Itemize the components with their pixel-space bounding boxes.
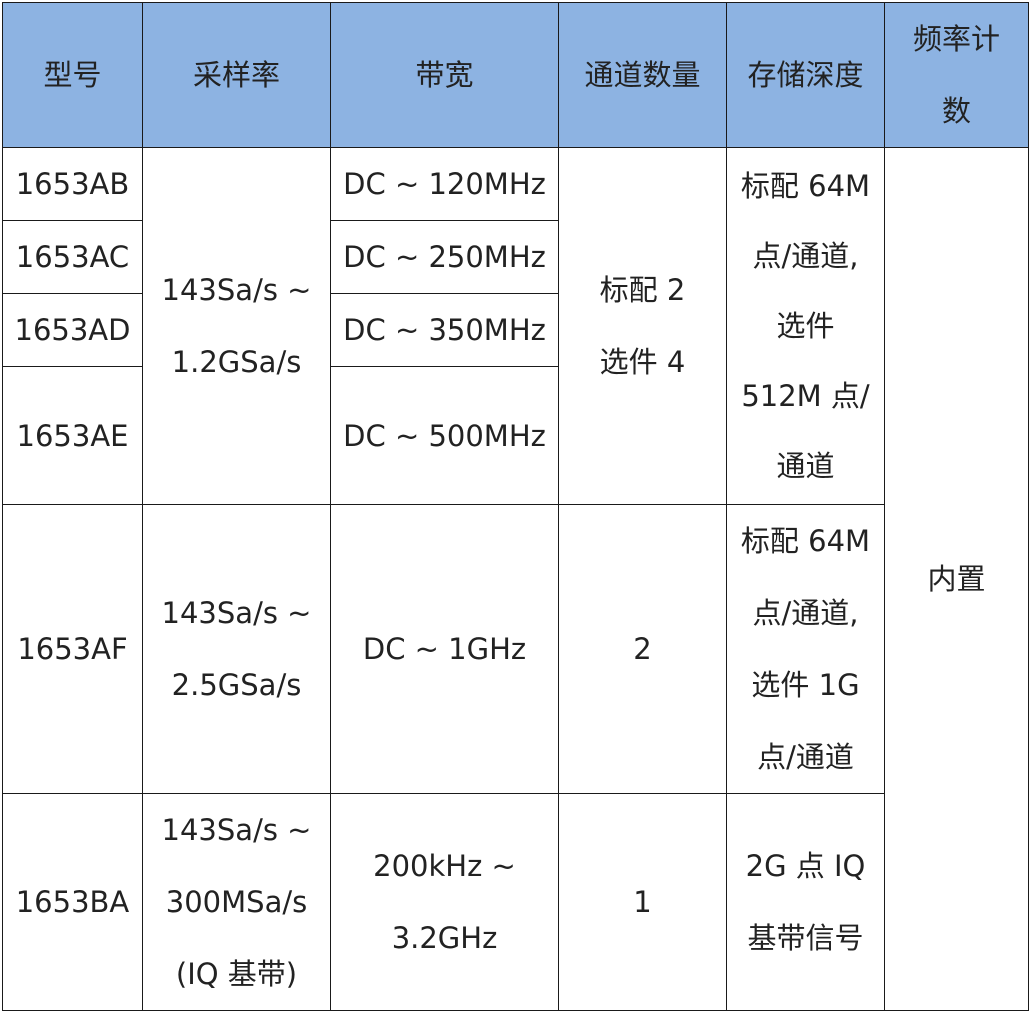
model-cell: 1653BA xyxy=(2,793,143,1011)
sample-rate-line: 143Sa/s ~ xyxy=(161,813,312,847)
sample-rate-line: 2.5GSa/s xyxy=(171,668,302,702)
channels-cell: 标配 2 选件 4 xyxy=(558,147,727,505)
table-row: 1653AF 143Sa/s ~ 2.5GSa/s DC ~ 1GHz 2 标配… xyxy=(2,504,1029,794)
model-cell: 1653AE xyxy=(2,366,143,505)
header-channels: 通道数量 xyxy=(558,2,727,148)
sample-rate-line: 143Sa/s ~ xyxy=(161,596,312,630)
header-model: 型号 xyxy=(2,2,143,148)
memory-line: 点/通道 xyxy=(757,740,854,774)
header-freq-counter-line2: 数 xyxy=(941,94,971,128)
header-sample-rate: 采样率 xyxy=(142,2,331,148)
sample-rate-line: 143Sa/s ~ xyxy=(161,273,312,307)
bandwidth-cell: DC ~ 250MHz xyxy=(330,220,559,294)
channels-cell: 2 xyxy=(558,504,727,794)
header-memory: 存储深度 xyxy=(726,2,885,148)
bandwidth-line: 3.2GHz xyxy=(391,921,498,955)
memory-line: 512M 点/ xyxy=(741,379,870,413)
sample-rate-line: 300MSa/s xyxy=(165,885,308,919)
bandwidth-cell: 200kHz ~ 3.2GHz xyxy=(330,793,559,1011)
header-freq-counter: 频率计 数 xyxy=(884,2,1029,148)
table-row: 1653BA 143Sa/s ~ 300MSa/s (IQ 基带) 200kHz… xyxy=(2,793,1029,1011)
model-cell: 1653AD xyxy=(2,293,143,367)
memory-line: 基带信号 xyxy=(747,921,864,955)
sample-rate-cell: 143Sa/s ~ 2.5GSa/s xyxy=(142,504,331,794)
memory-line: 标配 64M xyxy=(740,169,871,203)
header-bandwidth: 带宽 xyxy=(330,2,559,148)
bandwidth-cell: DC ~ 350MHz xyxy=(330,293,559,367)
header-row: 型号 采样率 带宽 通道数量 存储深度 频率计 数 xyxy=(2,2,1029,148)
channels-line: 标配 2 xyxy=(599,273,686,307)
memory-line: 标配 64M xyxy=(740,524,871,558)
sample-rate-line: (IQ 基带) xyxy=(175,957,298,991)
channels-cell: 1 xyxy=(558,793,727,1011)
memory-line: 点/通道, xyxy=(752,596,859,630)
bandwidth-line: 200kHz ~ xyxy=(373,849,516,883)
memory-line: 通道 xyxy=(776,449,835,483)
header-freq-counter-line1: 频率计 xyxy=(912,22,1000,56)
spec-table: 型号 采样率 带宽 通道数量 存储深度 频率计 数 1653AB 143Sa/s… xyxy=(2,2,1029,1011)
sample-rate-cell: 143Sa/s ~ 1.2GSa/s xyxy=(142,147,331,505)
memory-line: 选件 1G xyxy=(751,668,860,702)
model-cell: 1653AC xyxy=(2,220,143,294)
memory-line: 点/通道, xyxy=(752,239,859,273)
sample-rate-line: 1.2GSa/s xyxy=(171,345,302,379)
model-cell: 1653AF xyxy=(2,504,143,794)
model-cell: 1653AB xyxy=(2,147,143,221)
bandwidth-cell: DC ~ 1GHz xyxy=(330,504,559,794)
freq-counter-cell: 内置 xyxy=(884,147,1029,1011)
bandwidth-cell: DC ~ 500MHz xyxy=(330,366,559,505)
memory-cell: 标配 64M 点/通道, 选件 1G 点/通道 xyxy=(726,504,885,794)
bandwidth-cell: DC ~ 120MHz xyxy=(330,147,559,221)
table-row: 1653AB 143Sa/s ~ 1.2GSa/s DC ~ 120MHz 标配… xyxy=(2,147,1029,1011)
sample-rate-cell: 143Sa/s ~ 300MSa/s (IQ 基带) xyxy=(142,793,331,1011)
channels-line: 选件 4 xyxy=(599,345,686,379)
memory-cell: 标配 64M 点/通道, 选件 512M 点/ 通道 xyxy=(726,147,885,505)
memory-line: 2G 点 IQ xyxy=(745,849,866,883)
memory-line: 选件 xyxy=(776,309,835,343)
memory-cell: 2G 点 IQ 基带信号 xyxy=(726,793,885,1011)
